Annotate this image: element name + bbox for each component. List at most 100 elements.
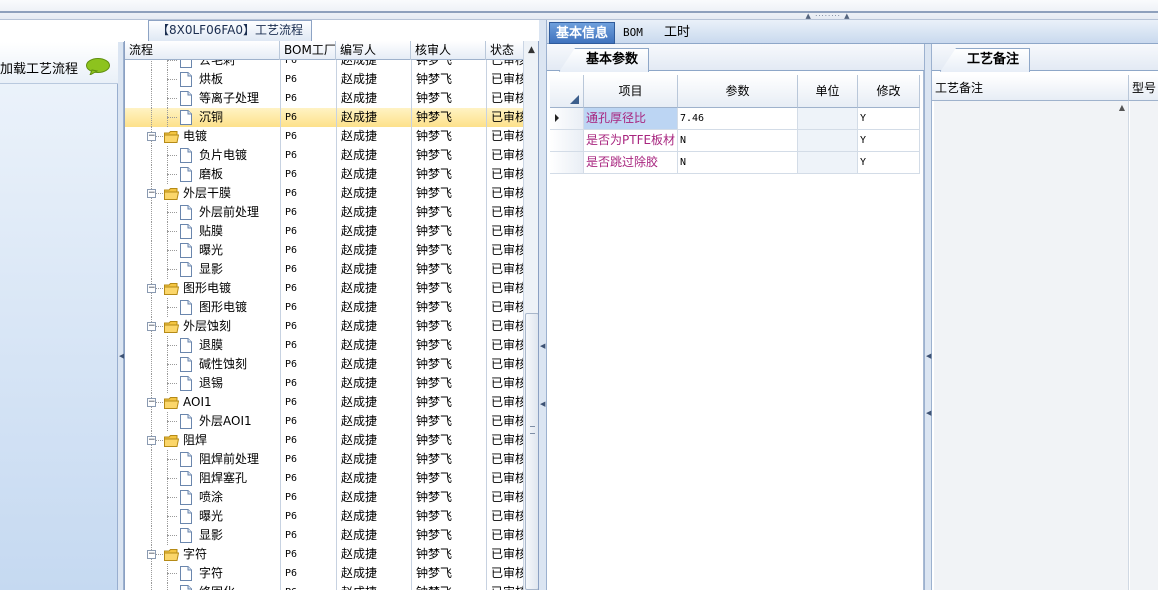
right-splitter[interactable]: ◀ ◀ — [924, 44, 932, 590]
row-header[interactable] — [550, 108, 584, 130]
collapse-node-icon[interactable]: − — [147, 436, 156, 445]
tree-row[interactable]: 外层前处理 P6 赵成捷 钟梦飞 已审核 — [125, 203, 523, 222]
load-process-item[interactable]: 加载工艺流程 — [0, 42, 118, 84]
col-header-unit[interactable]: 单位 — [798, 75, 858, 108]
tree-row[interactable]: 显影 P6 赵成捷 钟梦飞 已审核 — [125, 526, 523, 545]
collapse-grip-icon[interactable]: ▲ ········ ▲ — [795, 13, 861, 20]
tree-row[interactable]: 退锡 P6 赵成捷 钟梦飞 已审核 — [125, 374, 523, 393]
tree-node-name: 电镀 — [183, 129, 208, 143]
params-row[interactable]: 是否跳过除胶 N Y — [550, 152, 920, 174]
tree-row[interactable]: 负片电镀 P6 赵成捷 钟梦飞 已审核 — [125, 146, 523, 165]
modify-cell[interactable]: Y — [858, 108, 920, 130]
tree-row[interactable]: 贴膜 P6 赵成捷 钟梦飞 已审核 — [125, 222, 523, 241]
row-header[interactable] — [550, 130, 584, 152]
notes-subtab-strip: 工艺备注 — [932, 44, 1158, 72]
params-row[interactable]: 通孔厚径比 7.46 Y — [550, 108, 920, 130]
unit-cell[interactable] — [798, 130, 858, 152]
tree-row[interactable]: 喷涂 P6 赵成捷 钟梦飞 已审核 — [125, 488, 523, 507]
col-header-reviewer[interactable]: 核审人 — [411, 41, 486, 60]
scroll-up-icon[interactable]: ▲ — [528, 45, 535, 55]
tree-row[interactable]: − 阻焊 P6 赵成捷 钟梦飞 已审核 — [125, 431, 523, 450]
col-header-param[interactable]: 参数 — [678, 75, 798, 108]
tree-row[interactable]: 磨板 P6 赵成捷 钟梦飞 已审核 — [125, 165, 523, 184]
item-cell[interactable]: 是否跳过除胶 — [584, 152, 678, 174]
author-cell: 赵成捷 — [341, 509, 378, 523]
col-header-author[interactable]: 编写人 — [336, 41, 411, 60]
tree-row[interactable]: − 电镀 P6 赵成捷 钟梦飞 已审核 — [125, 127, 523, 146]
col-header-model[interactable]: 型号 — [1129, 75, 1158, 101]
tree-row[interactable]: 阻焊塞孔 P6 赵成捷 钟梦飞 已审核 — [125, 469, 523, 488]
document-icon — [180, 110, 192, 125]
col-header-status[interactable]: 状态 — [486, 41, 523, 60]
tree-row[interactable]: 沉铜 P6 赵成捷 钟梦飞 已审核 — [125, 108, 523, 127]
col-header-process[interactable]: 流程 — [125, 41, 280, 60]
col-header-notes[interactable]: 工艺备注 — [932, 75, 1129, 101]
status-cell: 已审核 — [491, 129, 523, 143]
folder-icon — [164, 131, 179, 143]
load-process-label: 加载工艺流程 — [0, 62, 79, 77]
middle-splitter[interactable]: ◀ ◀ — [539, 20, 547, 590]
tree-row[interactable]: 显影 P6 赵成捷 钟梦飞 已审核 — [125, 260, 523, 279]
collapse-node-icon[interactable]: − — [147, 550, 156, 559]
expand-params-icon[interactable]: ◀ — [926, 409, 931, 417]
tree-row[interactable]: 退膜 P6 赵成捷 钟梦飞 已审核 — [125, 336, 523, 355]
tree-row[interactable]: 阻焊前处理 P6 赵成捷 钟梦飞 已审核 — [125, 450, 523, 469]
tree-row[interactable]: 碱性蚀刻 P6 赵成捷 钟梦飞 已审核 — [125, 355, 523, 374]
tree-row[interactable]: 去毛刺 P6 赵成捷 钟梦飞 已审核 — [125, 60, 523, 70]
collapse-node-icon[interactable]: − — [147, 398, 156, 407]
tree-row[interactable]: − AOI1 P6 赵成捷 钟梦飞 已审核 — [125, 393, 523, 412]
param-cell[interactable]: N — [678, 130, 798, 152]
tree-node-name: 外层AOI1 — [199, 414, 252, 428]
tree-row[interactable]: 图形电镀 P6 赵成捷 钟梦飞 已审核 — [125, 298, 523, 317]
subtab-basic-params[interactable]: 基本参数 — [559, 48, 650, 72]
notes-scroll-up-icon[interactable]: ▲ — [1119, 103, 1125, 112]
tree-row[interactable]: 曝光 P6 赵成捷 钟梦飞 已审核 — [125, 241, 523, 260]
col-header-modify[interactable]: 修改 — [858, 75, 920, 108]
tree-row[interactable]: 字符 P6 赵成捷 钟梦飞 已审核 — [125, 564, 523, 583]
author-cell: 赵成捷 — [341, 60, 378, 67]
unit-cell[interactable] — [798, 152, 858, 174]
tree-scrollbar[interactable]: ▲ — [523, 41, 538, 590]
tree-row[interactable]: − 外层干膜 P6 赵成捷 钟梦飞 已审核 — [125, 184, 523, 203]
tree-row[interactable]: 终固化 P6 赵成捷钟梦飞已审核 — [125, 583, 523, 590]
tree-row[interactable]: 曝光 P6 赵成捷 钟梦飞 已审核 — [125, 507, 523, 526]
col-header-item[interactable]: 项目 — [584, 75, 678, 108]
tab-basic-info[interactable]: 基本信息 — [549, 22, 616, 44]
modify-cell[interactable]: Y — [858, 152, 920, 174]
modify-cell[interactable]: Y — [858, 130, 920, 152]
reviewer-cell: 钟梦飞 — [416, 205, 453, 219]
tree-row[interactable]: 外层AOI1 P6 赵成捷 钟梦飞 已审核 — [125, 412, 523, 431]
author-cell: 赵成捷 — [341, 376, 378, 390]
collapse-node-icon[interactable]: − — [147, 284, 156, 293]
expand-tree-icon[interactable]: ◀ — [540, 400, 545, 408]
status-cell: 已审核 — [491, 528, 523, 542]
tab-work-hours[interactable]: 工时 — [658, 22, 696, 44]
tree-row[interactable]: 烘板 P6 赵成捷 钟梦飞 已审核 — [125, 70, 523, 89]
collapse-node-icon[interactable]: − — [147, 132, 156, 141]
tree-row[interactable]: − 外层蚀刻 P6 赵成捷 钟梦飞 已审核 — [125, 317, 523, 336]
item-cell[interactable]: 通孔厚径比 — [584, 108, 678, 130]
subtab-process-notes[interactable]: 工艺备注 — [940, 48, 1031, 72]
tree-row[interactable]: − 字符 P6 赵成捷 钟梦飞 已审核 — [125, 545, 523, 564]
params-subtab-strip: 基本参数 — [547, 44, 924, 72]
left-nav-panel: 加载工艺流程 — [0, 42, 118, 590]
collapse-node-icon[interactable]: − — [147, 189, 156, 198]
col-header-bom-factory[interactable]: BOM工厂 — [280, 41, 336, 60]
item-cell[interactable]: 是否为PTFE板材 — [584, 130, 678, 152]
tree-row[interactable]: − 图形电镀 P6 赵成捷 钟梦飞 已审核 — [125, 279, 523, 298]
param-cell[interactable]: N — [678, 152, 798, 174]
row-header[interactable] — [550, 152, 584, 174]
collapse-node-icon[interactable]: − — [147, 322, 156, 331]
tree-row[interactable]: 等离子处理 P6 赵成捷 钟梦飞 已审核 — [125, 89, 523, 108]
unit-cell[interactable] — [798, 108, 858, 130]
bom-factory-cell: P6 — [285, 549, 298, 560]
collapse-params-icon[interactable]: ◀ — [926, 352, 931, 360]
grid-corner[interactable] — [550, 75, 584, 108]
tab-bom[interactable]: BOM — [617, 22, 649, 44]
params-row[interactable]: 是否为PTFE板材 N Y — [550, 130, 920, 152]
collapse-tree-icon[interactable]: ◀ — [540, 342, 545, 350]
reviewer-cell: 钟梦飞 — [416, 471, 453, 485]
param-cell[interactable]: 7.46 — [678, 108, 798, 130]
notes-body[interactable]: ▲ — [934, 101, 1129, 590]
scroll-thumb[interactable] — [525, 313, 538, 590]
